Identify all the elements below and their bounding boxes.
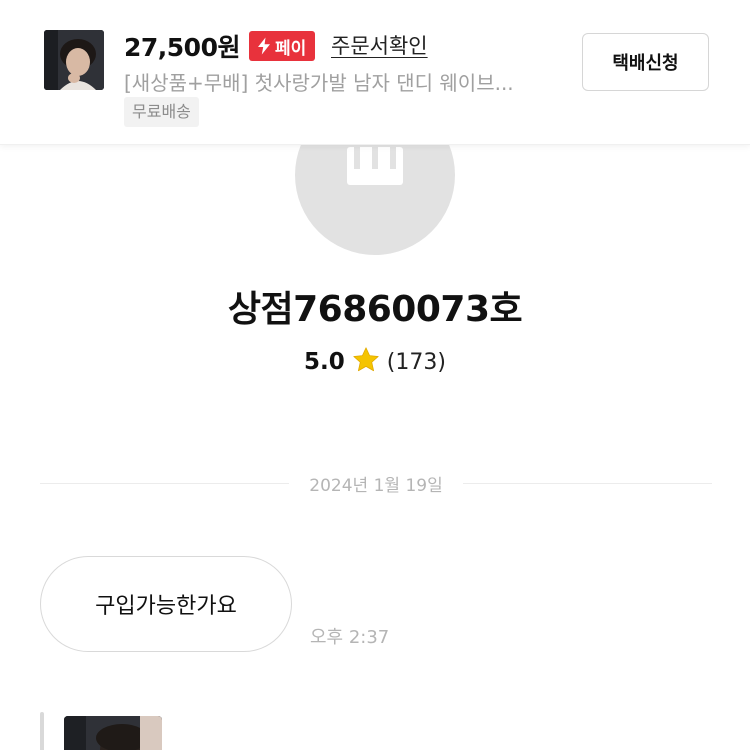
free-shipping-tag: 무료배송 [124, 97, 199, 127]
message-bubble[interactable]: 구입가능한가요 [40, 556, 292, 652]
pay-badge: 페이 [249, 31, 316, 61]
shared-product-thumbnail[interactable] [64, 716, 162, 750]
star-icon [351, 345, 381, 379]
rating-score: 5.0 [304, 349, 345, 375]
lightning-icon [258, 37, 270, 55]
product-header: 27,500원 페이 주문서확인 [새상품+무배] 첫사랑가발 남자 댄디 웨이… [0, 0, 750, 145]
message-time: 오후 2:37 [310, 627, 390, 648]
divider-line-right [462, 482, 713, 484]
product-thumbnail[interactable] [44, 30, 104, 90]
message-text: 구입가능한가요 [95, 594, 237, 619]
shop-rating[interactable]: 5.0 (173) [0, 345, 750, 379]
review-count: (173) [386, 349, 446, 375]
order-sheet-link[interactable]: 주문서확인 [331, 30, 428, 60]
quote-bar [40, 712, 44, 750]
pay-badge-label: 페이 [275, 38, 307, 59]
date-divider: 2024년 1월 19일 [40, 468, 713, 498]
product-title[interactable]: [새상품+무배] 첫사랑가발 남자 댄디 웨이브... [124, 67, 554, 96]
divider-line-left [40, 482, 290, 484]
shop-name: 상점76860073호 [227, 289, 523, 330]
delivery-request-button[interactable]: 택배신청 [582, 33, 709, 91]
chat-date: 2024년 1월 19일 [309, 475, 443, 496]
chat-screen: 상점76860073호 5.0 (173) 2024년 1월 19일 구입가능한… [0, 0, 750, 750]
product-price: 27,500원 [124, 33, 240, 62]
